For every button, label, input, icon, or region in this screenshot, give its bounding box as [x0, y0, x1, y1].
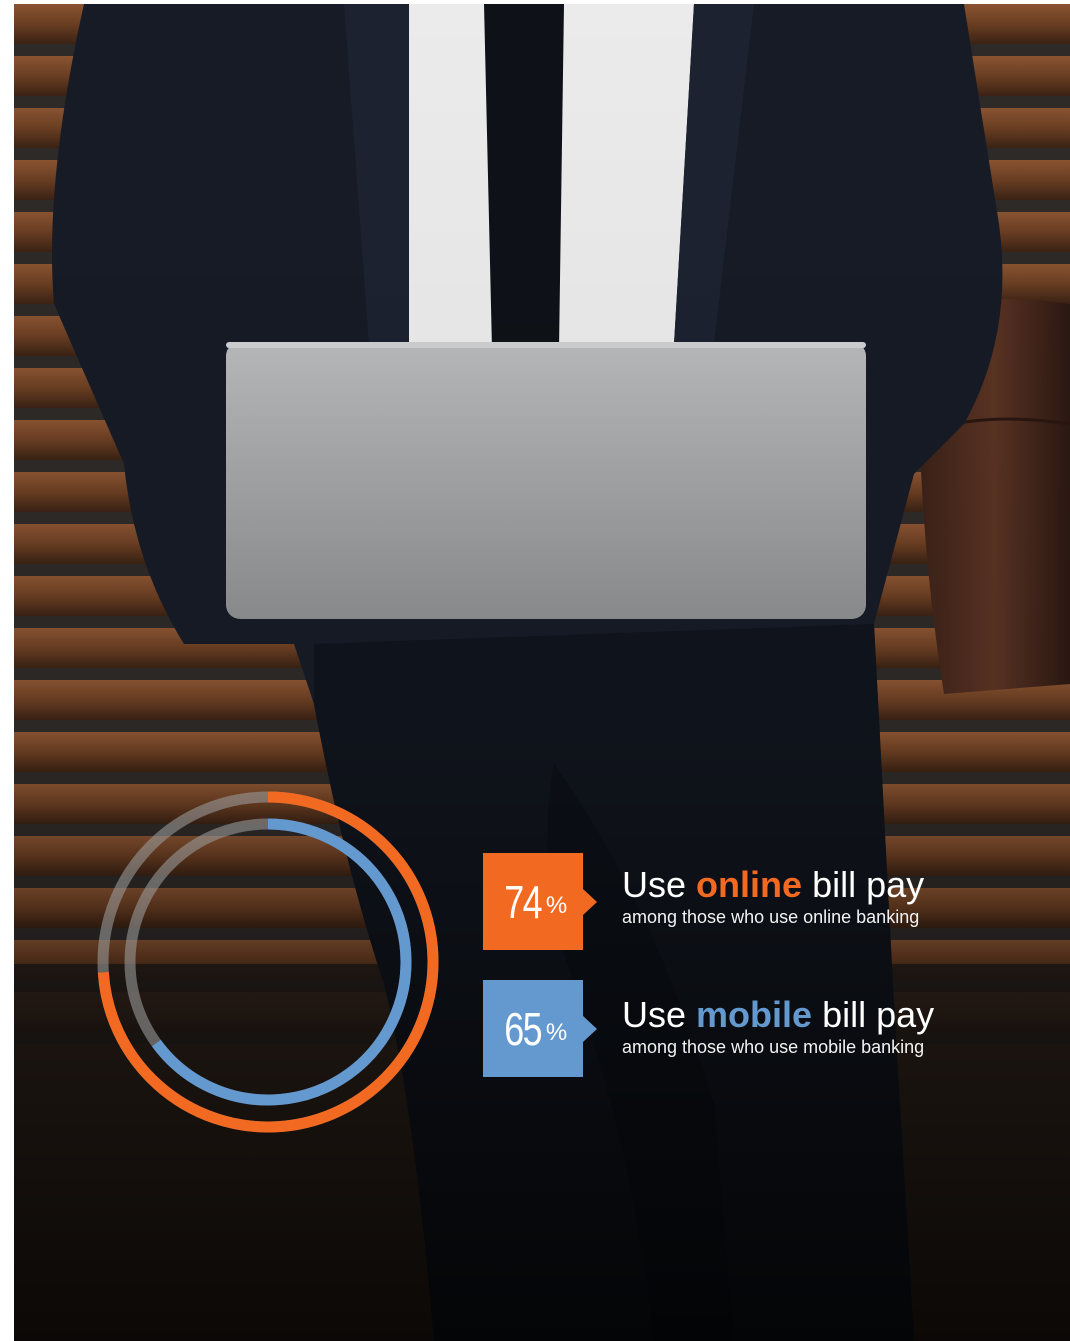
online-subtitle: among those who use online banking	[622, 907, 920, 927]
donut-arc-mobile	[151, 818, 412, 1106]
mobile-percent-unit: %	[545, 1018, 568, 1046]
online-badge-arrow	[583, 889, 597, 915]
mobile-stat-text: Use mobile bill pay among those who use …	[622, 996, 934, 1058]
mobile-headline-keyword: mobile	[696, 994, 813, 1035]
donut-chart	[97, 791, 439, 1133]
online-percent-unit: %	[545, 891, 568, 919]
online-headline: Use online bill pay	[622, 866, 924, 904]
mobile-headline-post: bill pay	[822, 994, 935, 1035]
online-percent-value: 74	[503, 875, 542, 928]
mobile-badge-arrow	[583, 1016, 597, 1042]
online-headline-post: bill pay	[812, 864, 925, 905]
mobile-percent-badge: 65%	[483, 980, 597, 1077]
online-percent-badge: 74%	[483, 853, 597, 950]
mobile-headline-pre: Use	[622, 994, 687, 1035]
mobile-subtitle: among those who use mobile banking	[622, 1037, 925, 1057]
online-stat-text: Use online bill pay among those who use …	[622, 866, 924, 928]
online-headline-keyword: online	[696, 864, 803, 905]
mobile-percent-value: 65	[503, 1002, 542, 1055]
online-headline-pre: Use	[622, 864, 687, 905]
mobile-headline: Use mobile bill pay	[622, 996, 934, 1034]
